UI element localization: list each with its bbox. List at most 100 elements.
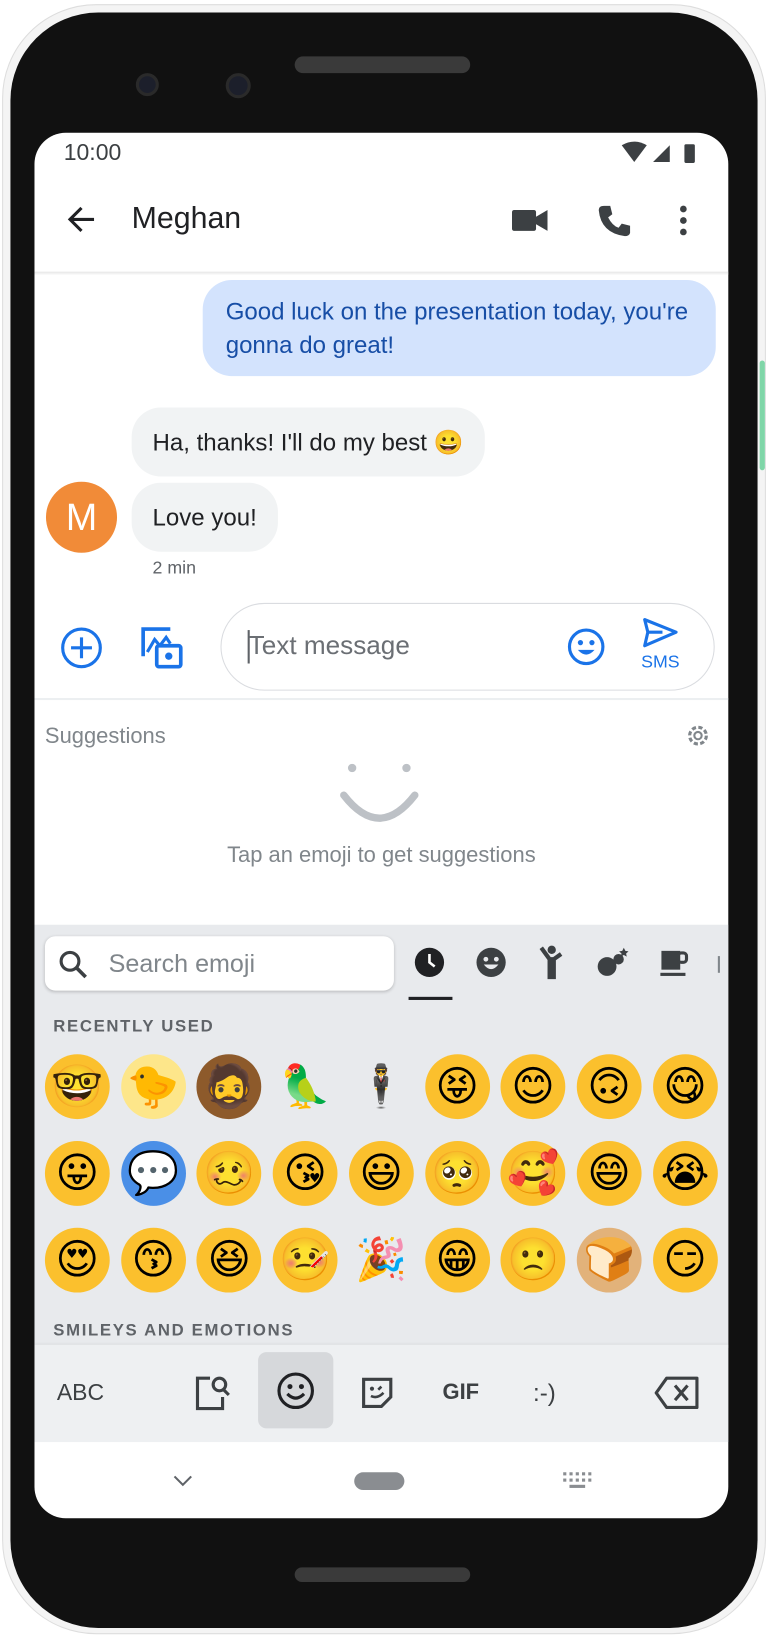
smileys-section-header: SMILEYS AND EMOTIONS bbox=[53, 1321, 295, 1340]
more-options-button[interactable] bbox=[668, 197, 699, 243]
category-smileys[interactable] bbox=[470, 941, 512, 983]
signal-icon bbox=[653, 145, 670, 162]
chevron-down-icon bbox=[173, 1475, 192, 1487]
status-icons bbox=[621, 141, 695, 164]
phone-call-button[interactable] bbox=[591, 197, 637, 243]
back-arrow-icon bbox=[67, 206, 95, 233]
emoji-key[interactable]: 🙁 bbox=[500, 1227, 566, 1293]
emoji-key[interactable]: 🙃 bbox=[576, 1054, 642, 1120]
incoming-message[interactable]: Ha, thanks! I'll do my best 😀 bbox=[131, 407, 485, 477]
category-animals-nature[interactable] bbox=[591, 941, 633, 983]
power-button bbox=[759, 360, 765, 471]
contact-avatar[interactable]: M bbox=[45, 481, 118, 553]
send-icon bbox=[643, 618, 678, 648]
emoji-key[interactable]: 🐤 bbox=[120, 1054, 186, 1120]
abc-button[interactable]: ABC bbox=[45, 1366, 116, 1420]
keyboard-toolbar: ABC GIF :-) bbox=[34, 1344, 729, 1442]
emoji-key[interactable]: 😭 bbox=[652, 1141, 718, 1206]
sticker-icon bbox=[362, 1377, 393, 1409]
emoji-icon bbox=[277, 1371, 314, 1409]
emoji-keyboard: Search emoji RECENTLY USED 🤓 🐤 🧔 🦜 🕴 😝 😊 🙃 😋 😛 💬 🥴 😘… bbox=[34, 924, 729, 1348]
outgoing-message[interactable]: Good luck on the presentation today, you… bbox=[202, 280, 716, 377]
back-button[interactable] bbox=[60, 197, 104, 241]
front-camera bbox=[225, 73, 251, 99]
emoji-key[interactable]: 😍 bbox=[44, 1227, 110, 1293]
battery-icon bbox=[684, 144, 695, 164]
emoji-key[interactable]: 🦜 bbox=[273, 1054, 338, 1119]
incoming-message[interactable]: Love you! bbox=[131, 482, 278, 552]
emoji-key[interactable]: 😛 bbox=[44, 1141, 110, 1206]
message-input[interactable]: Text message SMS bbox=[220, 602, 715, 691]
front-camera bbox=[135, 73, 159, 97]
send-label: SMS bbox=[641, 652, 680, 672]
category-selected-indicator bbox=[408, 996, 453, 1000]
suggestions-title: Suggestions bbox=[44, 724, 166, 749]
emoji-key[interactable]: 🥺 bbox=[424, 1141, 490, 1206]
emoji-button[interactable] bbox=[564, 625, 608, 669]
gallery-camera-icon bbox=[141, 627, 183, 669]
emoji-key[interactable]: 🍞 bbox=[576, 1227, 642, 1293]
smile-placeholder-icon bbox=[340, 763, 419, 822]
emoji-key[interactable]: 😊 bbox=[500, 1054, 566, 1120]
emoji-key[interactable]: 🧔 bbox=[196, 1054, 262, 1120]
suggestions-settings-button[interactable] bbox=[682, 720, 713, 751]
gallery-camera-button[interactable] bbox=[138, 624, 186, 672]
keyboard-icon bbox=[563, 1472, 592, 1488]
category-food-drink[interactable] bbox=[653, 941, 695, 983]
emoji-key[interactable]: 🕴 bbox=[349, 1054, 414, 1119]
message-timestamp: 2 min bbox=[152, 557, 197, 578]
emoji-key[interactable]: 🤓 bbox=[44, 1054, 110, 1120]
backspace-icon bbox=[654, 1376, 699, 1410]
emoji-search-input[interactable]: Search emoji bbox=[44, 936, 394, 991]
hide-keyboard-button[interactable] bbox=[164, 1465, 202, 1496]
emoji-tab-button[interactable] bbox=[258, 1352, 334, 1429]
emoji-key[interactable]: 😘 bbox=[272, 1141, 338, 1206]
emoji-key[interactable]: 🎉 bbox=[349, 1228, 414, 1293]
emoji-key[interactable]: 💬 bbox=[120, 1141, 186, 1206]
sticker-button[interactable] bbox=[354, 1366, 400, 1420]
sticker-search-icon bbox=[195, 1376, 230, 1411]
emoticon-button[interactable]: :-) bbox=[517, 1366, 571, 1420]
home-pill[interactable] bbox=[354, 1472, 405, 1491]
bottom-speaker bbox=[294, 1567, 471, 1582]
backspace-button[interactable] bbox=[651, 1366, 703, 1420]
recent-clock-icon bbox=[414, 947, 445, 977]
food-drink-icon bbox=[660, 950, 689, 976]
emoji-key[interactable]: 😏 bbox=[652, 1227, 718, 1293]
emoji-search-placeholder: Search emoji bbox=[108, 949, 256, 979]
add-attachment-button[interactable] bbox=[59, 625, 105, 671]
emoji-key[interactable]: 😁 bbox=[424, 1227, 490, 1293]
emoji-key[interactable]: 🤒 bbox=[272, 1227, 338, 1293]
sticker-search-button[interactable] bbox=[189, 1366, 235, 1420]
emoji-key[interactable]: 😙 bbox=[120, 1227, 186, 1293]
emoji-key[interactable]: 😋 bbox=[652, 1054, 718, 1120]
emoji-key[interactable]: 🥰 bbox=[500, 1141, 566, 1206]
screen: 10:00 Meghan Good luck on the presentati… bbox=[34, 132, 729, 1519]
emoji-key[interactable]: 🥴 bbox=[196, 1141, 262, 1206]
people-icon bbox=[539, 945, 563, 980]
app-bar-divider bbox=[34, 271, 729, 275]
wifi-icon bbox=[621, 141, 647, 162]
compose-divider bbox=[34, 697, 729, 701]
suggestions-hint: Tap an emoji to get suggestions bbox=[227, 843, 536, 868]
emoji-key[interactable]: 😃 bbox=[348, 1141, 414, 1206]
more-vert-icon bbox=[680, 205, 687, 236]
emoji-icon bbox=[567, 628, 605, 666]
status-time: 10:00 bbox=[63, 138, 122, 166]
video-call-button[interactable] bbox=[507, 197, 553, 243]
emoji-key[interactable]: 😄 bbox=[576, 1141, 642, 1206]
recently-used-header: RECENTLY USED bbox=[53, 1017, 215, 1036]
emoji-key[interactable]: 😝 bbox=[424, 1054, 490, 1120]
emoji-grid: 🤓 🐤 🧔 🦜 🕴 😝 😊 🙃 😋 😛 💬 🥴 😘 😃 🥺 🥰 😄 😭 😍 😙 😆 🤒 🎉 😁 🙁 🍞 😏 bbox=[41, 1054, 724, 1315]
keyboard-switch-button[interactable] bbox=[557, 1466, 597, 1495]
search-icon bbox=[59, 950, 87, 979]
category-scroll-divider bbox=[717, 956, 720, 973]
send-sms-button[interactable]: SMS bbox=[631, 616, 690, 679]
gif-button[interactable]: GIF bbox=[434, 1366, 488, 1420]
conversation-title: Meghan bbox=[131, 201, 242, 236]
category-people[interactable] bbox=[531, 941, 573, 983]
category-recent[interactable] bbox=[409, 941, 451, 983]
emoji-key[interactable]: 😆 bbox=[196, 1227, 262, 1293]
message-input-placeholder: Text message bbox=[248, 631, 410, 661]
phone-icon bbox=[598, 205, 631, 237]
